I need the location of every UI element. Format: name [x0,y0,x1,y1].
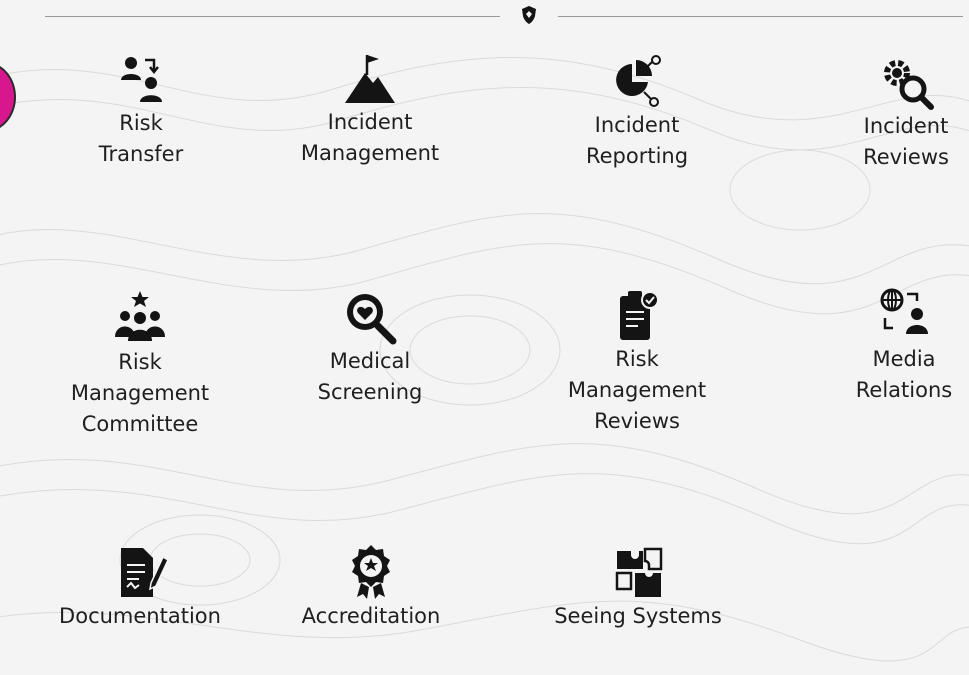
tile-accreditation[interactable]: Accreditation [271,543,471,632]
tile-label: Documentation [59,604,221,628]
tile-label: Incident Management [300,110,440,165]
document-pen-icon [121,548,169,597]
puzzle-pieces-icon [615,547,663,597]
globe-user-icon [880,288,928,334]
gear-search-icon [884,60,934,110]
heart-magnifier-icon [347,294,397,345]
user-transfer-icon [121,57,162,102]
top-divider-right [558,16,963,17]
tile-label: Risk Management Committee [70,350,210,436]
tile-media-relations[interactable]: Media Relations [804,286,969,406]
tile-incident-management[interactable]: Incident Management [270,49,470,169]
tile-label: Risk Transfer [98,111,184,166]
shield-hand-icon [522,6,536,24]
clipboard-check-icon [620,291,659,340]
tile-risk-transfer[interactable]: Risk Transfer [41,50,241,170]
tile-label: Media Relations [855,347,953,402]
tile-risk-management-committee[interactable]: Risk Management Committee [40,289,240,440]
tile-label: Seeing Systems [554,604,722,628]
tile-incident-reporting[interactable]: Incident Reporting [537,52,737,172]
tile-label: Incident Reviews [863,114,949,169]
tile-label: Accreditation [301,604,441,628]
pie-chart-nodes-icon [616,55,661,107]
tile-risk-management-reviews[interactable]: Risk Management Reviews [537,286,737,437]
award-badge-icon [352,545,390,599]
top-divider-left [45,16,500,17]
tile-incident-reviews[interactable]: Incident Reviews [806,53,969,173]
tile-medical-screening[interactable]: Medical Screening [270,288,470,408]
team-star-icon [115,291,165,341]
tile-label: Medical Screening [317,349,423,404]
tile-seeing-systems[interactable]: Seeing Systems [538,543,738,632]
tile-label: Incident Reporting [585,113,689,168]
tile-documentation[interactable]: Documentation [40,543,240,632]
mountain-flag-icon [345,55,395,103]
tile-label: Risk Management Reviews [567,347,707,433]
